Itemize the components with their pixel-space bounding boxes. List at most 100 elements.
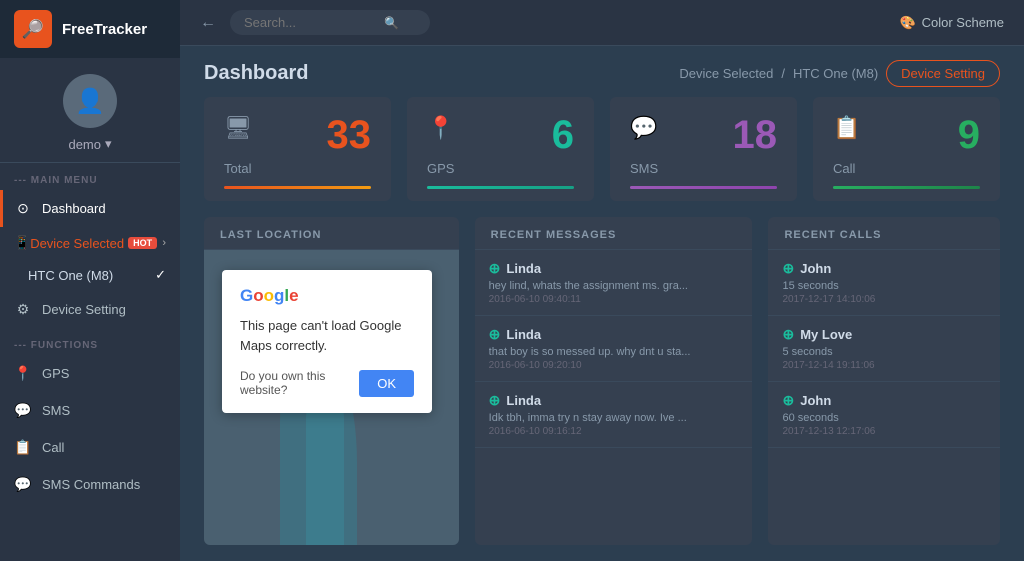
gps-label: GPS bbox=[42, 366, 69, 381]
message-icon: 💬 bbox=[630, 115, 657, 141]
sms-label: SMS bbox=[42, 403, 70, 418]
sms-commands-label: SMS Commands bbox=[42, 477, 140, 492]
list-item: ⊕ John 60 seconds 2017-12-13 12:17:06 bbox=[768, 382, 1000, 448]
call-plus-icon-2: ⊕ bbox=[782, 392, 794, 409]
call-duration-0: 15 seconds bbox=[782, 280, 986, 292]
search-box[interactable]: 🔍 bbox=[230, 10, 430, 35]
page-title: Dashboard bbox=[204, 62, 308, 85]
call-stat-icon: 📋 bbox=[833, 115, 860, 141]
sidebar-item-device-selected[interactable]: 📱 Device Selected HOT › bbox=[0, 227, 180, 259]
color-scheme-label: Color Scheme bbox=[922, 15, 1004, 30]
sidebar-item-gps[interactable]: 📍 GPS bbox=[0, 355, 180, 392]
dialog-question: Do you own this website? bbox=[240, 369, 359, 397]
stat-card-sms: 💬 18 SMS bbox=[610, 97, 797, 201]
total-bar bbox=[224, 186, 371, 189]
sidebar-item-device-setting[interactable]: ⚙ Device Setting bbox=[0, 291, 180, 328]
stat-card-gps: 📍 6 GPS bbox=[407, 97, 594, 201]
msg-time-0: 2016-06-10 09:40:11 bbox=[489, 294, 739, 305]
panel-messages: RECENT MESSAGES ⊕ Linda hey lind, whats … bbox=[475, 217, 753, 545]
device-name-label: HTC One (M8) bbox=[28, 268, 113, 283]
sidebar: 🔎 FreeTracker 👤 demo ▾ --- MAIN MENU ⊙ D… bbox=[0, 0, 180, 561]
location-panel-header: LAST LOCATION bbox=[204, 217, 459, 250]
msg-sender-0: ⊕ Linda bbox=[489, 260, 739, 277]
msg-time-1: 2016-06-10 09:20:10 bbox=[489, 360, 739, 371]
sidebar-item-dashboard-label: Dashboard bbox=[42, 201, 106, 216]
dashboard-icon: ⊙ bbox=[14, 200, 32, 217]
list-item: ⊕ Linda Idk tbh, imma try n stay away no… bbox=[475, 382, 753, 448]
hot-badge: HOT bbox=[128, 237, 157, 249]
breadcrumb-sep: / bbox=[781, 66, 785, 81]
search-icon: 🔍 bbox=[384, 16, 399, 30]
call-stat-label: Call bbox=[833, 161, 980, 176]
monitor-icon: 🖥 bbox=[224, 115, 252, 141]
call-time-2: 2017-12-13 12:17:06 bbox=[782, 426, 986, 437]
dropdown-arrow-icon: ▾ bbox=[105, 136, 112, 152]
plus-icon-2: ⊕ bbox=[489, 392, 501, 409]
panel-calls: RECENT CALLS ⊕ John 15 seconds 2017-12-1… bbox=[768, 217, 1000, 545]
gear-icon: ⚙ bbox=[14, 301, 32, 318]
msg-text-1: that boy is so messed up. why dnt u sta.… bbox=[489, 346, 739, 358]
total-count: 33 bbox=[327, 115, 372, 155]
device-setting-label: Device Setting bbox=[42, 302, 126, 317]
functions-label: --- FUNCTIONS bbox=[0, 328, 180, 355]
gps-bar bbox=[427, 186, 574, 189]
sms-count: 18 bbox=[733, 115, 778, 155]
total-label: Total bbox=[224, 161, 371, 176]
messages-panel-body: ⊕ Linda hey lind, whats the assignment m… bbox=[475, 250, 753, 545]
color-scheme-icon: 🎨 bbox=[899, 15, 915, 31]
list-item: ⊕ Linda hey lind, whats the assignment m… bbox=[475, 250, 753, 316]
color-scheme-button[interactable]: 🎨 Color Scheme bbox=[899, 15, 1004, 31]
back-button[interactable]: ← bbox=[200, 14, 216, 32]
map-river2 bbox=[306, 398, 344, 546]
calls-panel-body: ⊕ John 15 seconds 2017-12-17 14:10:06 ⊕ … bbox=[768, 250, 1000, 545]
dialog-message: This page can't load Google Maps correct… bbox=[240, 316, 414, 355]
map-error-dialog: Google This page can't load Google Maps … bbox=[222, 270, 432, 413]
messages-panel-header: RECENT MESSAGES bbox=[475, 217, 753, 250]
call-plus-icon-0: ⊕ bbox=[782, 260, 794, 277]
device-icon: 📱 bbox=[14, 235, 30, 251]
google-logo: Google bbox=[240, 286, 414, 306]
list-item: ⊕ My Love 5 seconds 2017-12-14 19:11:06 bbox=[768, 316, 1000, 382]
dashboard-header: Dashboard Device Selected / HTC One (M8)… bbox=[180, 46, 1024, 97]
call-count: 9 bbox=[958, 115, 980, 155]
list-item: ⊕ John 15 seconds 2017-12-17 14:10:06 bbox=[768, 250, 1000, 316]
username-label: demo bbox=[68, 137, 101, 152]
gps-icon: 📍 bbox=[14, 365, 32, 382]
call-duration-2: 60 seconds bbox=[782, 412, 986, 424]
breadcrumb-device: Device Selected bbox=[679, 66, 773, 81]
panel-location: LAST LOCATION Google This page can't loa… bbox=[204, 217, 459, 545]
user-section: 👤 demo ▾ bbox=[0, 58, 180, 163]
sidebar-item-sms[interactable]: 💬 SMS bbox=[0, 392, 180, 429]
app-name: FreeTracker bbox=[62, 21, 147, 38]
device-setting-button[interactable]: Device Setting bbox=[886, 60, 1000, 87]
bottom-panels: LAST LOCATION Google This page can't loa… bbox=[180, 217, 1024, 561]
stat-card-call: 📋 9 Call bbox=[813, 97, 1000, 201]
search-input[interactable] bbox=[244, 15, 384, 30]
sidebar-item-call[interactable]: 📋 Call bbox=[0, 429, 180, 466]
dialog-footer: Do you own this website? OK bbox=[240, 369, 414, 397]
topbar: ← 🔍 🎨 Color Scheme bbox=[180, 0, 1024, 46]
location-icon: 📍 bbox=[427, 115, 454, 141]
call-time-1: 2017-12-14 19:11:06 bbox=[782, 360, 986, 371]
stat-card-total: 🖥 33 Total bbox=[204, 97, 391, 201]
plus-icon-1: ⊕ bbox=[489, 326, 501, 343]
msg-time-2: 2016-06-10 09:16:12 bbox=[489, 426, 739, 437]
chevron-right-icon: › bbox=[162, 237, 166, 249]
call-label: Call bbox=[42, 440, 64, 455]
calls-panel-header: RECENT CALLS bbox=[768, 217, 1000, 250]
sms-stat-label: SMS bbox=[630, 161, 777, 176]
sidebar-logo: 🔎 FreeTracker bbox=[0, 0, 180, 58]
sidebar-item-device-name[interactable]: HTC One (M8) ✓ bbox=[0, 259, 180, 291]
sidebar-item-dashboard[interactable]: ⊙ Dashboard bbox=[0, 190, 180, 227]
breadcrumb: Device Selected / HTC One (M8) Device Se… bbox=[679, 60, 1000, 87]
call-duration-1: 5 seconds bbox=[782, 346, 986, 358]
breadcrumb-model: HTC One (M8) bbox=[793, 66, 878, 81]
sidebar-item-sms-commands[interactable]: 💬 SMS Commands bbox=[0, 466, 180, 503]
topbar-right: 🎨 Color Scheme bbox=[899, 15, 1004, 31]
call-time-0: 2017-12-17 14:10:06 bbox=[782, 294, 986, 305]
call-name-2: ⊕ John bbox=[782, 392, 986, 409]
msg-sender-2: ⊕ Linda bbox=[489, 392, 739, 409]
dialog-ok-button[interactable]: OK bbox=[359, 370, 414, 397]
msg-text-0: hey lind, whats the assignment ms. gra..… bbox=[489, 280, 739, 292]
list-item: ⊕ Linda that boy is so messed up. why dn… bbox=[475, 316, 753, 382]
